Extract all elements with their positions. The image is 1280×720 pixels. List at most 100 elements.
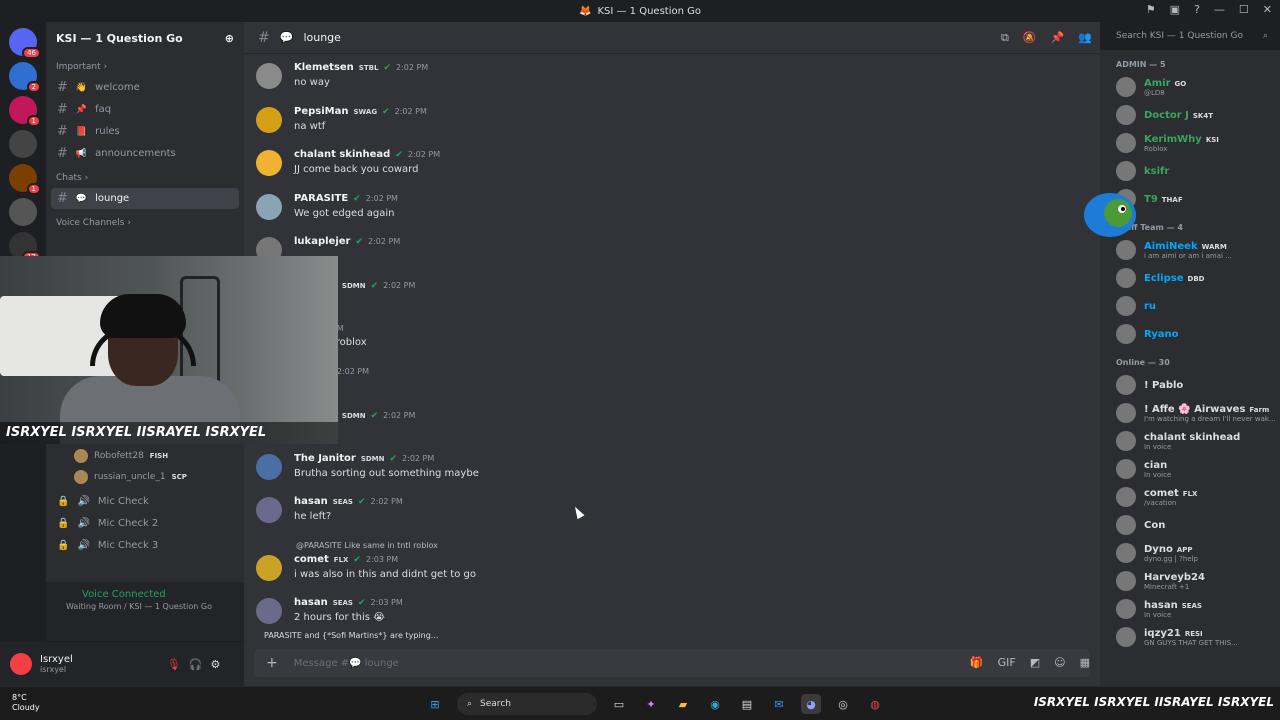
member-item[interactable]: Doctor J SK4T	[1100, 101, 1280, 129]
server-icon[interactable]: 1	[9, 96, 41, 127]
start-icon[interactable]: ⊞	[425, 694, 445, 714]
server-icon[interactable]: 1	[9, 164, 41, 195]
member-item[interactable]: Con	[1100, 511, 1280, 539]
threads-icon[interactable]: ⧉	[1001, 31, 1009, 45]
member-item[interactable]: hasan SEAS In voice	[1100, 595, 1280, 623]
member-item[interactable]: Amir GO @LD8	[1100, 73, 1280, 101]
pin-icon[interactable]: 📌	[1051, 31, 1065, 45]
avatar[interactable]	[256, 598, 282, 624]
member-item[interactable]: ! Pablo	[1100, 371, 1280, 399]
gif-icon[interactable]: GIF	[998, 656, 1016, 669]
message[interactable]: ✔2:02 PMe in tntl roblox	[256, 323, 1086, 350]
channel-rules[interactable]: # 📕 rules	[51, 121, 239, 142]
inbox-icon[interactable]: ⚑	[1146, 3, 1156, 16]
copilot-icon[interactable]: ✦	[641, 694, 661, 714]
taskbar-search[interactable]: ⌕ Search	[457, 693, 597, 715]
guild-header[interactable]: KSI — 1 Question Go ⊕	[46, 22, 244, 54]
server-icon[interactable]	[9, 130, 37, 158]
author-name[interactable]: The Janitor	[294, 453, 356, 464]
voice-channel[interactable]: 🔒 🔊 Mic Check 3	[51, 535, 239, 556]
avatar[interactable]	[10, 653, 32, 675]
mic-muted-icon[interactable]: 🎙	[167, 658, 181, 671]
member-item[interactable]: ksifr	[1100, 157, 1280, 185]
avatar[interactable]	[256, 150, 282, 176]
explorer-icon[interactable]: ▰	[673, 694, 693, 714]
member-item[interactable]: cian In voice	[1100, 455, 1280, 483]
outlook-icon[interactable]: ✉	[769, 694, 789, 714]
category-chats[interactable]: Chats ›	[46, 165, 244, 187]
message[interactable]: SEAS✔2:02 PM	[256, 366, 1086, 393]
avatar[interactable]	[256, 497, 282, 523]
author-name[interactable]: PARASITE	[294, 193, 348, 204]
voice-user[interactable]: Robofett28 FISH	[46, 445, 244, 466]
avatar[interactable]	[256, 63, 282, 89]
search-input[interactable]: Search KSI — 1 Question Go ⌕	[1110, 28, 1274, 47]
obs-icon[interactable]: ◎	[833, 694, 853, 714]
avatar[interactable]	[256, 555, 282, 581]
member-item[interactable]: KerimWhy KSI Roblox	[1100, 129, 1280, 157]
member-item[interactable]: Dyno APP dyno.gg | ?help	[1100, 539, 1280, 567]
channel-lounge[interactable]: # 💬 lounge	[51, 188, 239, 209]
message[interactable]: MartinsSDMN✔2:02 PM	[256, 410, 1086, 437]
message[interactable]: hasan SEAS ✔ 2:02 PM he left?	[256, 496, 1086, 523]
message[interactable]: lukaplejer ✔ 2:02 PM	[256, 236, 1086, 263]
apps-icon[interactable]: ▦	[1080, 656, 1090, 669]
member-item[interactable]: Ryano	[1100, 320, 1280, 348]
member-item[interactable]: iqzy21 RESI GN GUYS THAT GET THIS...	[1100, 623, 1280, 651]
headphones-icon[interactable]: 🎧	[189, 658, 203, 671]
taskview-icon[interactable]: ▭	[609, 694, 629, 714]
edge-icon[interactable]: ◉	[705, 694, 725, 714]
emoji-icon[interactable]: ☺	[1054, 656, 1065, 669]
member-item[interactable]: ru	[1100, 292, 1280, 320]
add-attachment-icon[interactable]: +	[266, 655, 278, 671]
category-important[interactable]: Important ›	[46, 54, 244, 76]
message[interactable]: hasan SEAS ✔ 2:03 PM 2 hours for this 😭	[256, 597, 1086, 624]
channel-faq[interactable]: # 📌 faq	[51, 99, 239, 120]
message[interactable]: PARASITE ✔ 2:02 PM We got edged again	[256, 193, 1086, 220]
member-item[interactable]: Eclipse DBD	[1100, 264, 1280, 292]
gift-icon[interactable]: 🎁	[970, 656, 984, 669]
store-icon[interactable]: ▤	[737, 694, 757, 714]
message[interactable]: chalant skinhead ✔ 2:02 PM JJ come back you…	[256, 149, 1086, 176]
message-input[interactable]: + Message #💬 lounge	[254, 649, 1090, 677]
member-item[interactable]: comet FLX/vacation	[1100, 483, 1280, 511]
voice-channel[interactable]: 🔒 🔊 Mic Check 2	[51, 513, 239, 534]
author-name[interactable]: hasan	[294, 496, 328, 507]
mute-icon[interactable]: 🔕	[1023, 31, 1037, 45]
minimize-button[interactable]: —	[1214, 3, 1225, 16]
avatar[interactable]	[256, 107, 282, 133]
maximize-button[interactable]: ☐	[1239, 3, 1249, 16]
member-item[interactable]: Harveyb24 Minecraft +1	[1100, 567, 1280, 595]
avatar[interactable]	[256, 194, 282, 220]
server-icon[interactable]	[9, 198, 37, 226]
reply-preview[interactable]: @PARASITE Like same in tntl roblox	[296, 541, 438, 550]
members-icon[interactable]: 👥	[1078, 31, 1092, 45]
settings-gear-icon[interactable]: ⚙	[210, 658, 220, 671]
channel-announcements[interactable]: # 📢 announcements	[51, 143, 239, 164]
author-name[interactable]: hasan	[294, 597, 328, 608]
voice-channel[interactable]: 🔒 🔊 Mic Check	[51, 491, 239, 512]
screen-icon[interactable]: ▣	[1170, 3, 1180, 16]
author-name[interactable]: chalant skinhead	[294, 149, 390, 160]
author-name[interactable]: lukaplejer	[294, 236, 350, 247]
message[interactable]: MartinsSDMN✔2:02 PMAT???	[256, 280, 1086, 307]
weather-widget[interactable]: 8°C Cloudy	[12, 693, 40, 713]
server-icon[interactable]: 46	[9, 28, 41, 59]
author-name[interactable]: Klemetsen	[294, 62, 354, 73]
category-voice[interactable]: Voice Channels ›	[46, 210, 244, 232]
message[interactable]: The Janitor SDMN ✔ 2:02 PM Brutha sorting ou…	[256, 453, 1086, 480]
message[interactable]: Klemetsen STBL ✔ 2:02 PM no way	[256, 62, 1086, 89]
message[interactable]: comet FLX ✔ 2:03 PM i was also in this and d…	[256, 554, 1086, 581]
voice-user[interactable]: russian_uncle_1 SCP	[46, 466, 244, 487]
discord-icon[interactable]: ◕	[801, 694, 821, 714]
author-name[interactable]: PepsiMan	[294, 106, 348, 117]
member-item[interactable]: ! Affe 🌸 Airwaves Farm I'm watching a drea…	[1100, 399, 1280, 427]
close-button[interactable]: ✕	[1263, 3, 1272, 16]
message[interactable]: PepsiMan SWAG ✔ 2:02 PM na wtf	[256, 106, 1086, 133]
help-icon[interactable]: ?	[1194, 3, 1200, 16]
add-friend-icon[interactable]: ⊕	[225, 32, 234, 45]
member-item[interactable]: chalant skinhead In voice	[1100, 427, 1280, 455]
channel-welcome[interactable]: # 👋 welcome	[51, 77, 239, 98]
avatar[interactable]	[256, 454, 282, 480]
sticker-icon[interactable]: ◩	[1030, 656, 1040, 669]
